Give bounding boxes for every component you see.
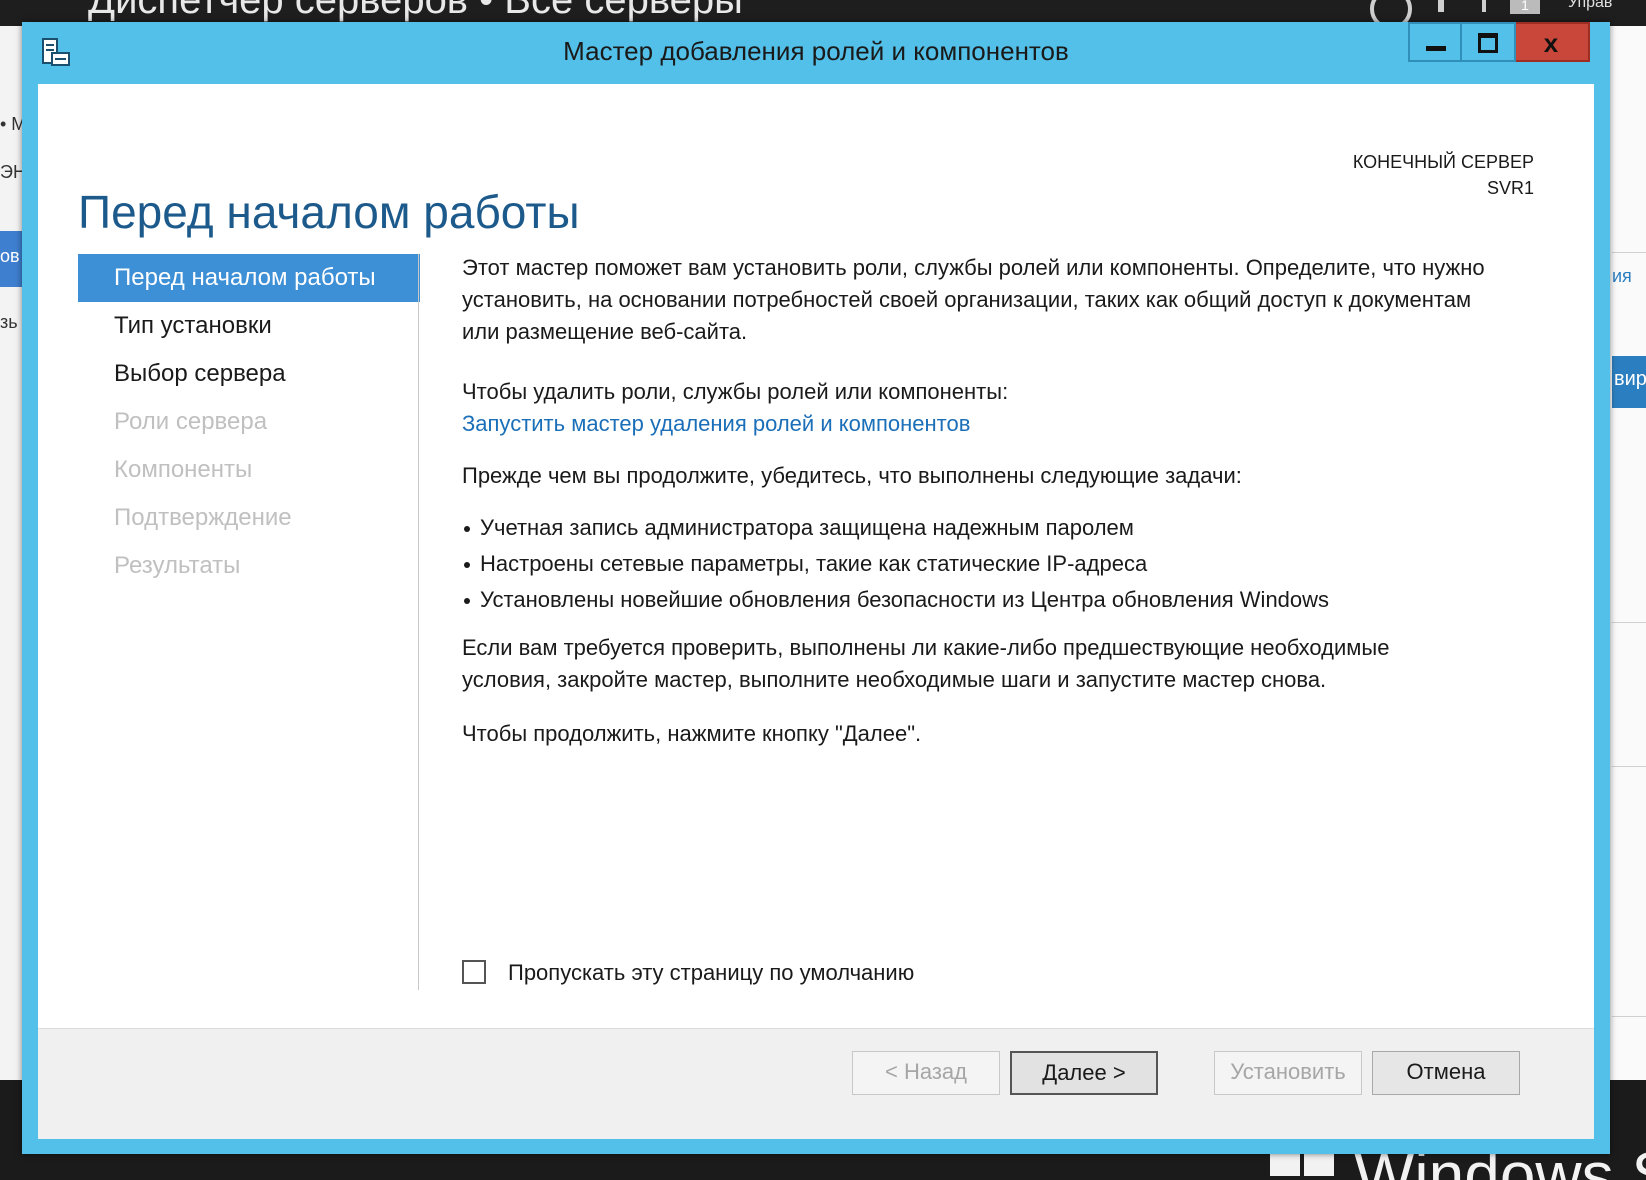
nav-step-installation-type[interactable]: Тип установки xyxy=(78,302,418,350)
nav-step-server-selection[interactable]: Выбор сервера xyxy=(78,350,418,398)
server-manager-right-edge: ия вир xyxy=(1612,26,1646,1146)
divider xyxy=(1612,622,1646,623)
list-item: Установлены новейшие обновления безопасн… xyxy=(462,582,1329,618)
divider xyxy=(1612,766,1646,767)
flag-icon[interactable] xyxy=(1482,0,1486,12)
nav-step-results: Результаты xyxy=(114,552,241,579)
install-button[interactable]: Установить xyxy=(1214,1051,1362,1095)
maximize-button[interactable] xyxy=(1462,22,1516,62)
list-item: Настроены сетевые параметры, такие как с… xyxy=(462,546,1329,582)
close-icon: x xyxy=(1543,28,1559,58)
manage-menu[interactable]: Управ xyxy=(1568,0,1612,12)
divider xyxy=(1612,1016,1646,1017)
destination-server-value: SVR1 xyxy=(1486,178,1534,198)
wizard-client-area: Перед началом работы КОНЕЧНЫЙ СЕРВЕР SVR… xyxy=(38,84,1594,1139)
sidebar-fragment[interactable]: ов xyxy=(0,246,20,267)
right-fragment: вир xyxy=(1614,368,1646,390)
windows-logo-icon xyxy=(1270,1150,1336,1180)
destination-server-label: КОНЕЧНЫЙ СЕРВЕР xyxy=(1352,152,1534,172)
intro-text: Этот мастер поможет вам установить роли,… xyxy=(462,255,1485,344)
remove-roles-wizard-link[interactable]: Запустить мастер удаления ролей и компон… xyxy=(462,408,970,440)
minimize-button[interactable] xyxy=(1408,22,1462,62)
divider xyxy=(1612,252,1646,253)
separator-icon xyxy=(1438,0,1444,12)
wizard-footer: < Назад Далее > Установить Отмена xyxy=(38,1028,1594,1139)
window-title: Мастер добавления ролей и компонентов xyxy=(563,36,1069,66)
server-manager-sidebar: • М ЭН ов зь xyxy=(0,26,24,1146)
page-title: Перед началом работы xyxy=(78,185,580,238)
nav-step-confirmation: Подтверждение xyxy=(114,504,292,531)
notification-badge[interactable]: 1 xyxy=(1510,0,1540,14)
nav-step-before-you-begin[interactable]: Перед началом работы xyxy=(78,254,420,302)
maximize-icon xyxy=(1478,33,1498,53)
title-bar[interactable]: Мастер добавления ролей и компонентов x xyxy=(22,22,1610,84)
sidebar-fragment[interactable]: • М xyxy=(0,114,24,135)
server-manager-title: Диспетчер серверов • Все серверы xyxy=(88,0,743,22)
continue-text: Чтобы продолжить, нажмите кнопку "Далее"… xyxy=(462,721,922,746)
next-button[interactable]: Далее > xyxy=(1010,1051,1158,1095)
nav-step-server-roles: Роли сервера xyxy=(114,408,268,435)
list-item: Учетная запись администратора защищена н… xyxy=(462,510,1329,546)
nav-step-features: Компоненты xyxy=(114,456,253,483)
server-manager-toolbar: 1 xyxy=(1370,0,1540,26)
sidebar-fragment[interactable]: зь xyxy=(0,312,18,333)
nav-divider xyxy=(418,254,419,990)
prerequisites-list: Учетная запись администратора защищена н… xyxy=(462,510,1329,618)
add-roles-wizard-window: Мастер добавления ролей и компонентов x … xyxy=(22,22,1610,1154)
sidebar-fragment[interactable]: ЭН xyxy=(0,162,24,183)
remove-roles-label: Чтобы удалить роли, службы ролей или ком… xyxy=(462,379,1009,404)
minimize-icon xyxy=(1426,46,1446,51)
prerequisites-heading: Прежде чем вы продолжите, убедитесь, что… xyxy=(462,463,1242,488)
verify-text: Если вам требуется проверить, выполнены … xyxy=(462,635,1390,692)
skip-page-checkbox[interactable] xyxy=(462,960,486,984)
back-button[interactable]: < Назад xyxy=(852,1051,1000,1095)
close-button[interactable]: x xyxy=(1516,22,1590,62)
skip-page-label[interactable]: Пропускать эту страницу по умолчанию xyxy=(508,958,914,988)
cancel-button[interactable]: Отмена xyxy=(1372,1051,1520,1095)
wizard-steps-nav: Перед началом работы Тип установки Выбор… xyxy=(78,254,420,590)
right-fragment[interactable]: ия xyxy=(1612,266,1632,287)
